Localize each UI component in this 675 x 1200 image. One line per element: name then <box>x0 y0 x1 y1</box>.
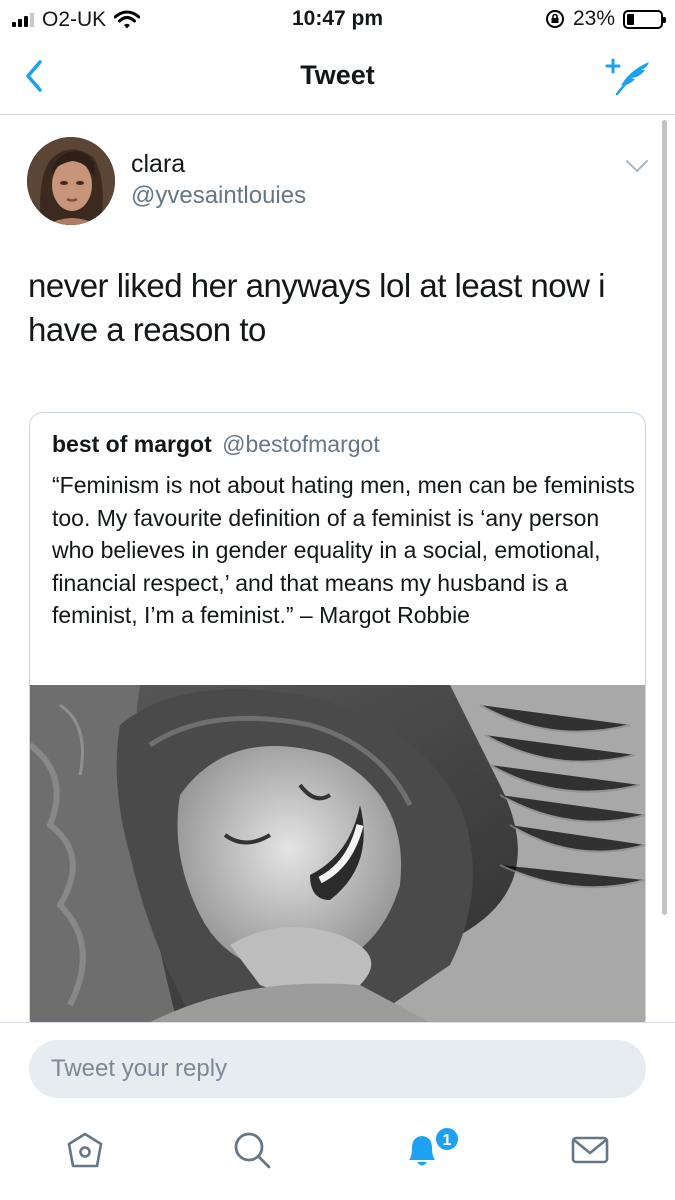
tab-messages[interactable] <box>568 1128 612 1172</box>
quoted-author-handle: @bestofmargot <box>222 431 380 457</box>
battery-icon <box>623 9 666 29</box>
messages-icon <box>571 1136 609 1164</box>
author-handle[interactable]: @yvesaintlouies <box>131 182 306 210</box>
status-right: 23% <box>545 7 666 31</box>
quoted-tweet[interactable]: best of margot @bestofmargot “Feminism i… <box>29 412 646 1032</box>
tweet-menu-button[interactable] <box>625 158 649 174</box>
avatar[interactable] <box>27 137 115 225</box>
tab-search[interactable] <box>230 1128 274 1172</box>
battery-percent: 23% <box>572 7 615 30</box>
tweet-text: never liked her anyways lol at least now… <box>28 267 605 348</box>
compose-tweet-icon <box>605 58 649 96</box>
reply-bar <box>0 1022 675 1112</box>
nav-bar: Tweet <box>0 38 675 115</box>
reply-input[interactable] <box>29 1040 646 1098</box>
search-icon <box>234 1132 271 1169</box>
scrollbar[interactable] <box>662 120 667 915</box>
tab-home[interactable] <box>63 1128 107 1172</box>
quoted-author-name: best of margot <box>52 431 212 457</box>
chevron-down-icon <box>626 160 648 172</box>
quoted-tweet-header: best of margot @bestofmargot <box>52 431 380 458</box>
status-bar: O2-UK 10:47 pm 23% <box>0 0 675 38</box>
tab-bar <box>0 1112 675 1200</box>
page-title: Tweet <box>300 60 375 90</box>
notification-badge: 1 <box>434 1126 460 1152</box>
home-icon <box>67 1132 103 1168</box>
compose-tweet-button[interactable] <box>603 52 653 98</box>
quoted-tweet-photo[interactable] <box>30 685 645 1031</box>
quoted-tweet-text: “Feminism is not about hating men, men c… <box>52 472 635 628</box>
rotation-lock-icon <box>545 10 564 28</box>
author-name[interactable]: clara <box>131 150 185 179</box>
